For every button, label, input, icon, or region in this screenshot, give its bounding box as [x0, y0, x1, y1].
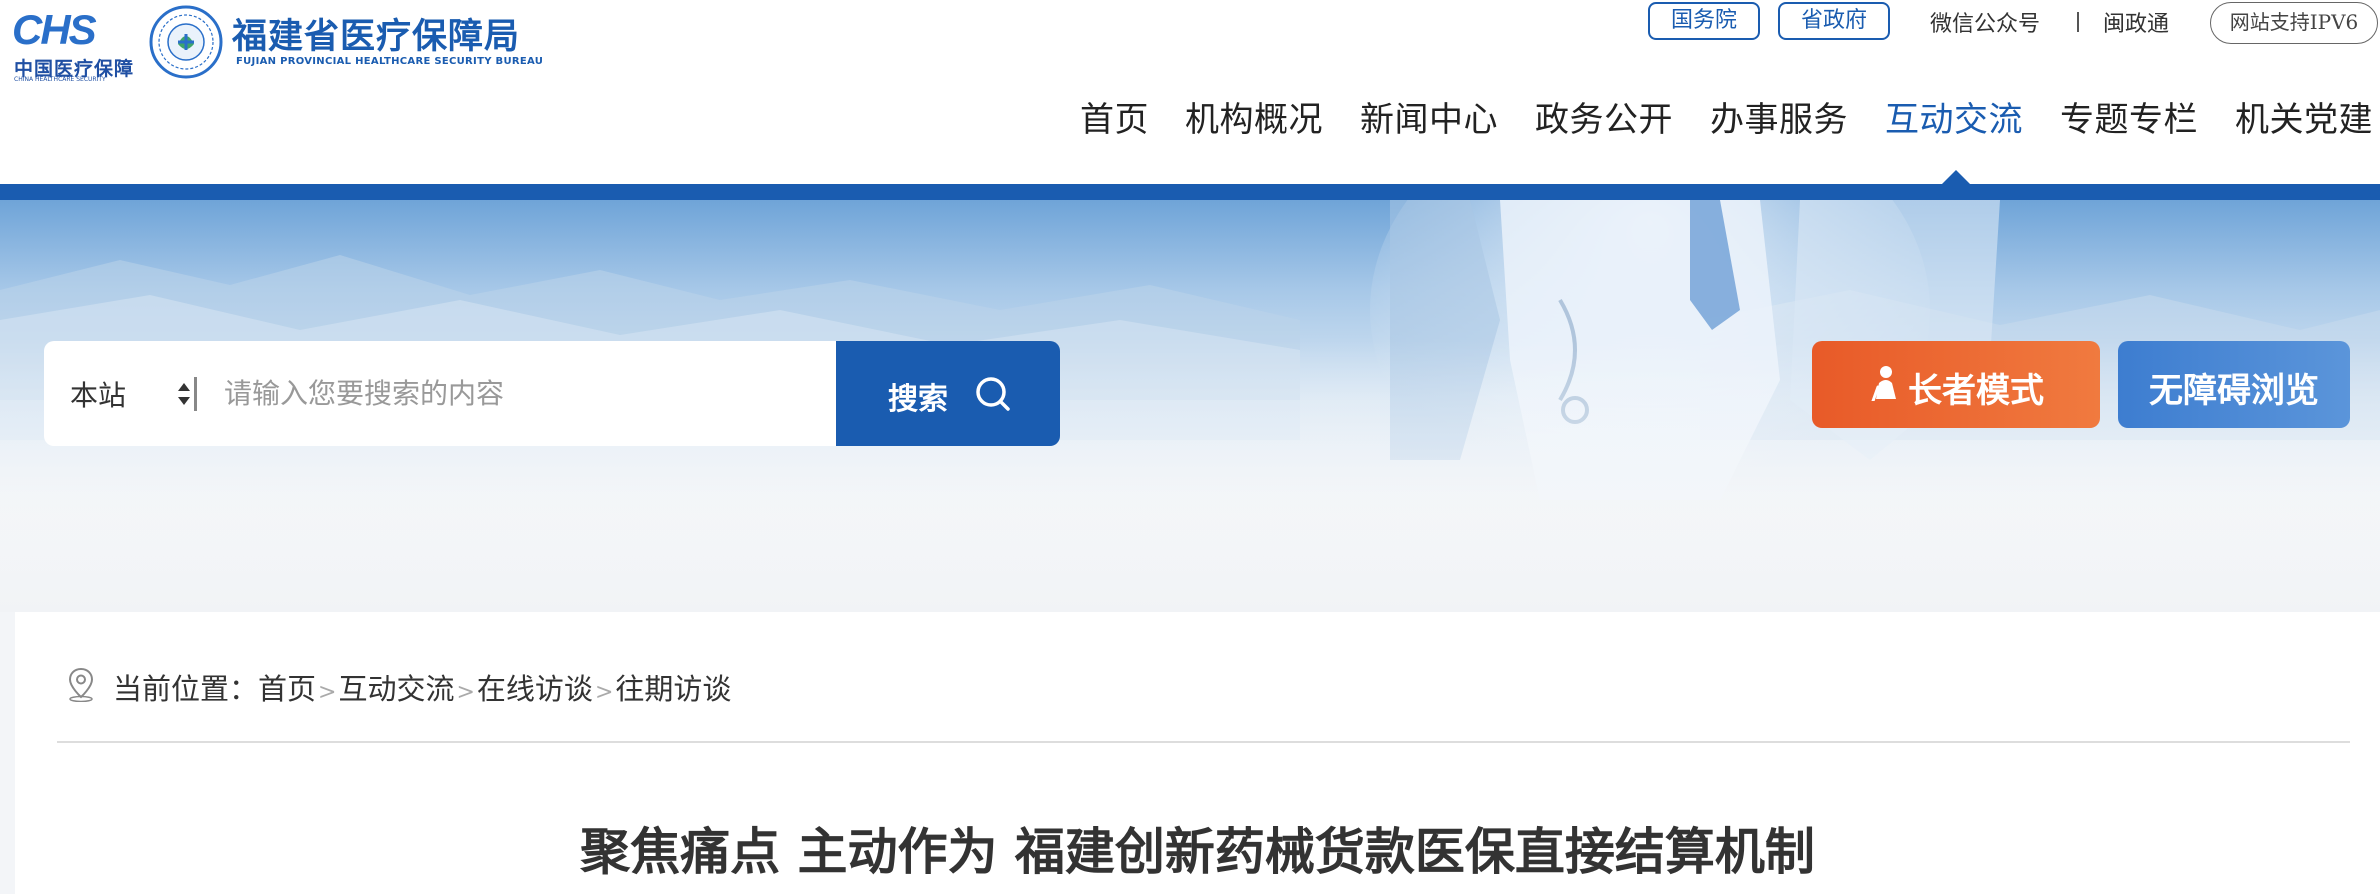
- minzhengtong-link[interactable]: 闽政通: [2103, 6, 2169, 38]
- nav-item-government-affairs[interactable]: 政务公开: [1535, 92, 1673, 141]
- article-title: 聚焦痛点 主动作为 福建创新药械货款医保直接结算机制: [580, 822, 1815, 881]
- bureau-emblem-icon[interactable]: [148, 4, 224, 80]
- breadcrumb-item-online-interview[interactable]: 在线访谈: [477, 672, 593, 706]
- search-scope-value: 本站: [70, 379, 127, 412]
- bureau-name[interactable]: 福建省医疗保障局: [232, 8, 520, 59]
- breadcrumb-item-home[interactable]: 首页: [258, 672, 316, 706]
- search-button[interactable]: 搜索: [836, 341, 1060, 446]
- elder-mode-label: 长者模式: [1908, 372, 2044, 410]
- page: CHS 中国医疗保障 CHINA HEALTHCARE SECURITY 福建省…: [0, 0, 2380, 894]
- site-header: CHS 中国医疗保障 CHINA HEALTHCARE SECURITY 福建省…: [0, 0, 2380, 184]
- breadcrumb-item-interaction[interactable]: 互动交流: [338, 672, 454, 706]
- header-accent-bar: [0, 184, 2380, 200]
- nav-item-organization[interactable]: 机构概况: [1185, 92, 1323, 141]
- chs-logo-mark: CHS: [12, 8, 99, 50]
- sort-arrows-icon: [178, 383, 190, 405]
- chs-logo-en: CHINA HEALTHCARE SECURITY: [14, 76, 106, 83]
- breadcrumb-separator: >: [594, 680, 614, 705]
- nav-item-party-building[interactable]: 机关党建: [2235, 92, 2373, 141]
- accessible-browsing-button[interactable]: 无障碍浏览: [2118, 341, 2350, 428]
- search-scope-divider: [194, 377, 197, 411]
- breadcrumb-prefix: 当前位置：: [113, 672, 259, 706]
- elder-person-icon: [1871, 366, 1896, 401]
- nav-item-interaction[interactable]: 互动交流: [1885, 92, 2023, 141]
- breadcrumb-trail: 当前位置：首页>互动交流>在线访谈>往期访谈: [113, 666, 731, 708]
- ipv6-badge: 网站支持IPV6: [2210, 2, 2378, 44]
- hero-banner: 本站 搜索: [0, 200, 2380, 612]
- chs-logo[interactable]: CHS 中国医疗保障 CHINA HEALTHCARE SECURITY: [12, 8, 133, 83]
- wechat-account-link[interactable]: 微信公众号: [1930, 6, 2040, 38]
- search-icon: [976, 377, 1010, 411]
- content-card: 当前位置：首页>互动交流>在线访谈>往期访谈 聚焦痛点 主动作为 福建创新药械货…: [15, 612, 2380, 894]
- elder-mode-button[interactable]: 长者模式: [1812, 341, 2100, 428]
- svg-text:CHS: CHS: [12, 8, 97, 50]
- provincial-government-link[interactable]: 省政府: [1778, 2, 1890, 40]
- breadcrumb-separator: >: [318, 680, 337, 705]
- location-pin-icon: [68, 667, 94, 702]
- nav-item-home[interactable]: 首页: [1080, 92, 1149, 141]
- breadcrumb-item-past-interviews[interactable]: 往期访谈: [615, 672, 731, 706]
- search-field: 本站: [44, 341, 836, 446]
- search-scope-select[interactable]: 本站: [70, 341, 210, 446]
- search-input[interactable]: [224, 363, 814, 423]
- accessible-browsing-label: 无障碍浏览: [2149, 372, 2319, 410]
- nav-item-special-topics[interactable]: 专题专栏: [2060, 92, 2198, 141]
- search-button-label: 搜索: [888, 383, 948, 416]
- site-search: 本站 搜索: [44, 341, 1060, 446]
- nav-item-services[interactable]: 办事服务: [1710, 92, 1848, 141]
- breadcrumb-separator: >: [456, 680, 475, 705]
- active-nav-indicator: [1942, 170, 1970, 184]
- breadcrumb-divider: [57, 741, 2350, 743]
- state-council-link[interactable]: 国务院: [1648, 2, 1760, 40]
- nav-item-news[interactable]: 新闻中心: [1360, 92, 1498, 141]
- top-links-divider: [2077, 12, 2079, 32]
- bureau-name-english: FUJIAN PROVINCIAL HEALTHCARE SECURITY BU…: [236, 56, 544, 67]
